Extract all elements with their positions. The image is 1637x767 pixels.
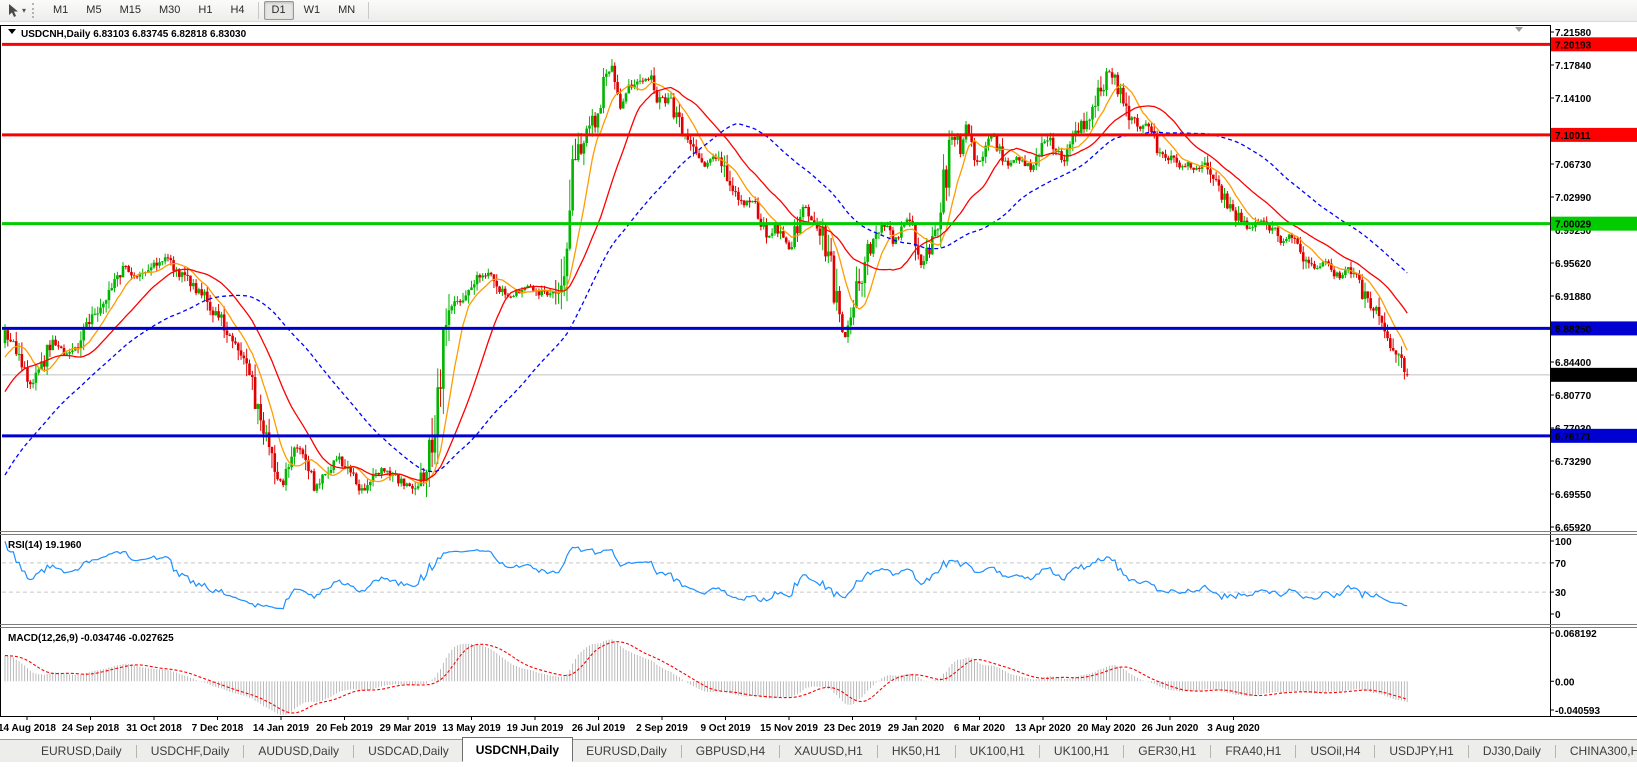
price-axis-tick: 7.06730 (1555, 160, 1592, 171)
price-axis-tick: 6.69550 (1555, 490, 1592, 501)
price-axis-tick: 6.65920 (1555, 523, 1592, 534)
date-axis-label: 9 Oct 2019 (700, 723, 750, 734)
caret-down-icon[interactable]: ▾ (22, 7, 26, 15)
tab-divider (877, 745, 878, 758)
tab-divider (1210, 745, 1211, 758)
tab-uk100-h1[interactable]: UK100,H1 (1041, 741, 1122, 762)
timeframe-button-mn[interactable]: MN (330, 1, 363, 20)
tab-usdcnh-daily[interactable]: USDCNH,Daily (462, 737, 573, 762)
macd-axis-tick: 0.068192 (1555, 629, 1597, 640)
tab-divider (1039, 745, 1040, 758)
chart-title-ohlc: USDCNH,Daily 6.83103 6.83745 6.82818 6.8… (21, 29, 247, 40)
rsi-axis-tick: 30 (1555, 588, 1567, 599)
date-axis-label: 19 Jun 2019 (507, 723, 564, 734)
timeframe-button-w1[interactable]: W1 (296, 1, 329, 20)
timeframe-button-m5[interactable]: M5 (78, 1, 109, 20)
timeframe-button-h4[interactable]: H4 (222, 1, 252, 20)
tab-divider (1123, 745, 1124, 758)
tab-divider (955, 745, 956, 758)
tab-divider (353, 745, 354, 758)
date-axis-label: 26 Jun 2020 (1142, 723, 1199, 734)
date-axis-label: 14 Aug 2018 (0, 723, 56, 734)
date-axis-label: 29 Mar 2019 (380, 723, 437, 734)
rsi-axis-tick: 100 (1555, 537, 1572, 548)
tab-divider (1468, 745, 1469, 758)
svg-text:7.00029: 7.00029 (1555, 220, 1592, 231)
tab-usdchf-daily[interactable]: USDCHF,Daily (138, 741, 243, 762)
toolbar-grip[interactable] (32, 3, 38, 18)
date-axis-label: 29 Jan 2020 (888, 723, 945, 734)
tab-uk100-h1[interactable]: UK100,H1 (957, 741, 1038, 762)
date-axis-label: 6 Mar 2020 (954, 723, 1006, 734)
toolbar-divider (368, 2, 369, 19)
chart-canvas[interactable]: 7.215807.178407.141007.103607.067307.029… (0, 0, 1637, 762)
svg-text:6.76171: 6.76171 (1555, 432, 1592, 443)
rsi-indicator-label: RSI(14) 19.1960 (8, 540, 82, 551)
rsi-axis-tick: 0 (1555, 610, 1561, 621)
svg-text:7.10011: 7.10011 (1555, 131, 1591, 142)
date-axis-label: 14 Jan 2019 (253, 723, 310, 734)
tab-china300-h1[interactable]: CHINA300,H1 (1557, 741, 1637, 762)
macd-indicator-label: MACD(12,26,9) -0.034746 -0.027625 (8, 633, 174, 644)
tab-usoil-h4[interactable]: USOil,H4 (1297, 741, 1373, 762)
price-axis-tick: 6.84400 (1555, 358, 1592, 369)
date-axis-label: 2 Sep 2019 (636, 723, 688, 734)
price-axis-tick: 7.14100 (1555, 94, 1592, 105)
price-chart-svg[interactable]: 7.215807.178407.141007.103607.067307.029… (0, 0, 1637, 762)
tab-eurusd-daily[interactable]: EURUSD,Daily (28, 741, 135, 762)
timeframe-button-d1[interactable]: D1 (264, 1, 294, 20)
tab-eurusd-daily[interactable]: EURUSD,Daily (573, 741, 680, 762)
price-axis-tick: 6.91880 (1555, 292, 1592, 303)
date-axis-label: 13 Apr 2020 (1015, 723, 1071, 734)
svg-text:7.20193: 7.20193 (1555, 40, 1592, 51)
tab-divider (681, 745, 682, 758)
tab-usdjpy-h1[interactable]: USDJPY,H1 (1376, 741, 1466, 762)
price-axis-tick: 6.80770 (1555, 391, 1592, 402)
date-axis-label: 15 Nov 2019 (760, 723, 818, 734)
tab-divider (1374, 745, 1375, 758)
date-axis-label: 31 Oct 2018 (126, 723, 182, 734)
tab-gbpusd-h4[interactable]: GBPUSD,H4 (683, 741, 778, 762)
chart-tabs-group: EURUSD,DailyUSDCHF,DailyAUDUSD,DailyUSDC… (28, 741, 1637, 762)
toolbar-divider (258, 2, 259, 19)
date-axis-label: 20 Feb 2019 (316, 723, 373, 734)
svg-text:6.83030: 6.83030 (1555, 371, 1592, 382)
price-axis-tick: 6.95620 (1555, 259, 1592, 270)
timeframe-toolbar: ▾ M1M5M15M30H1H4 D1W1MN (0, 0, 1637, 22)
tab-divider (243, 745, 244, 758)
svg-text:6.88250: 6.88250 (1555, 324, 1592, 335)
timeframe-button-m1[interactable]: M1 (45, 1, 76, 20)
date-axis-label: 3 Aug 2020 (1207, 723, 1260, 734)
tab-divider (136, 745, 137, 758)
date-axis-label: 13 May 2019 (442, 723, 501, 734)
timeframe-buttons-group: M1M5M15M30H1H4 D1W1MN (44, 1, 373, 20)
date-axis-label: 23 Dec 2019 (824, 723, 882, 734)
tab-fra40-h1[interactable]: FRA40,H1 (1212, 741, 1294, 762)
price-axis-tick: 7.17840 (1555, 61, 1592, 72)
tab-audusd-daily[interactable]: AUDUSD,Daily (245, 741, 352, 762)
tab-divider (1295, 745, 1296, 758)
tab-hk50-h1[interactable]: HK50,H1 (879, 741, 954, 762)
date-axis-label: 7 Dec 2018 (192, 723, 244, 734)
timeframe-button-h1[interactable]: H1 (190, 1, 220, 20)
tab-ger30-h1[interactable]: GER30,H1 (1125, 741, 1209, 762)
date-axis-label: 26 Jul 2019 (572, 723, 626, 734)
rsi-axis-tick: 70 (1555, 559, 1567, 570)
date-axis-label: 20 May 2020 (1077, 723, 1136, 734)
cursor-tool-button[interactable]: ▾ (4, 2, 28, 19)
tab-dj30-daily[interactable]: DJ30,Daily (1470, 741, 1554, 762)
tab-divider (1555, 745, 1556, 758)
macd-axis-tick: 0.00 (1555, 677, 1575, 688)
timeframe-button-m30[interactable]: M30 (151, 1, 188, 20)
price-axis-tick: 7.02990 (1555, 193, 1592, 204)
date-axis-label: 24 Sep 2018 (62, 723, 120, 734)
tab-usdcad-daily[interactable]: USDCAD,Daily (355, 741, 462, 762)
chart-tabs-bar: EURUSD,DailyUSDCHF,DailyAUDUSD,DailyUSDC… (0, 739, 1637, 762)
tab-divider (779, 745, 780, 758)
cursor-tool-icon (6, 3, 21, 18)
price-axis-tick: 6.73290 (1555, 457, 1592, 468)
tab-xauusd-h1[interactable]: XAUUSD,H1 (781, 741, 876, 762)
timeframe-button-m15[interactable]: M15 (112, 1, 149, 20)
macd-axis-tick: -0.040593 (1555, 706, 1600, 717)
